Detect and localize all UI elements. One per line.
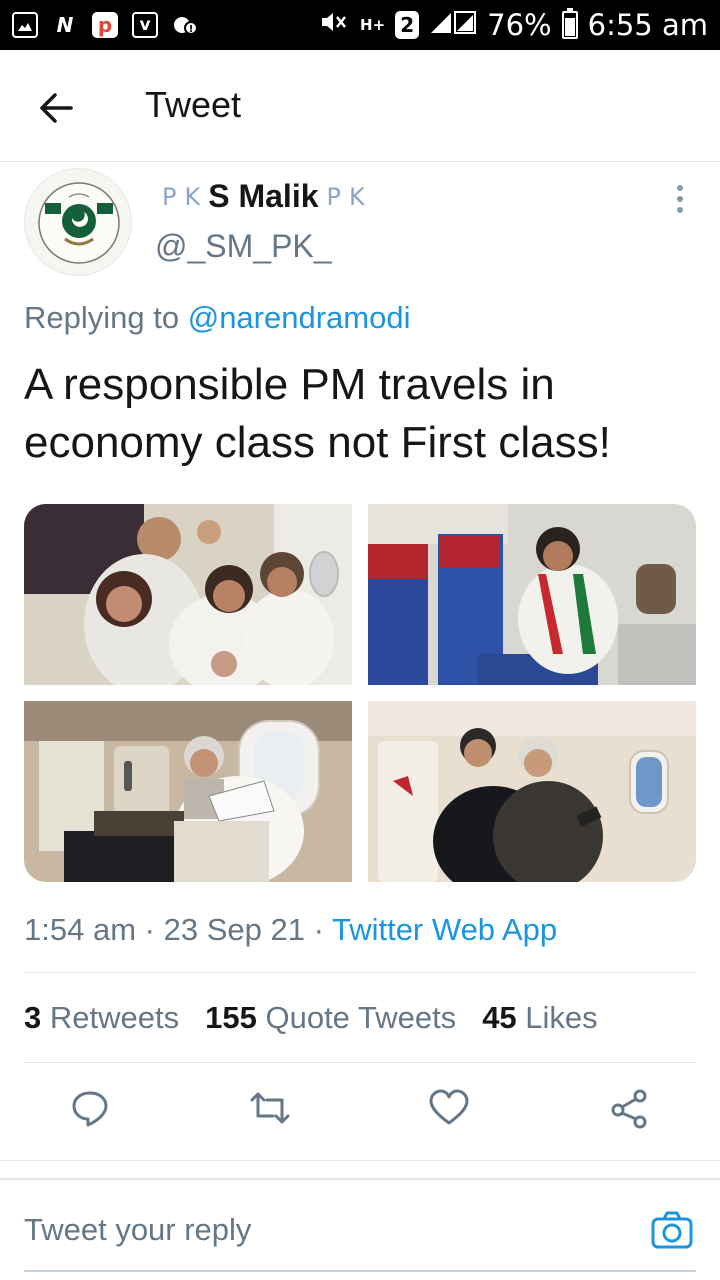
- reply-underline: [24, 1270, 696, 1272]
- likes-count: 45: [482, 1000, 517, 1035]
- network-type-label: H+: [360, 16, 386, 34]
- signal-icon: [429, 8, 477, 42]
- reply-input[interactable]: Tweet your reply: [24, 1212, 251, 1248]
- retweets-count: 3: [24, 1000, 42, 1035]
- warning-notification-icon: !: [172, 12, 198, 38]
- likes-label: Likes: [525, 1000, 598, 1035]
- gallery-notification-icon: [12, 12, 38, 38]
- name-decor-letter: P: [162, 182, 177, 211]
- camera-icon[interactable]: [650, 1210, 694, 1250]
- quotes-label: Quote Tweets: [265, 1000, 457, 1035]
- retweets-stat[interactable]: 3 Retweets: [24, 1000, 179, 1036]
- media-photo-3[interactable]: [24, 701, 352, 882]
- quotes-count: 155: [205, 1000, 257, 1035]
- replying-prefix: Replying to: [24, 300, 180, 335]
- vivo-notification-icon: v: [132, 12, 158, 38]
- retweet-icon[interactable]: [248, 1088, 290, 1132]
- divider: [24, 972, 696, 973]
- replying-to-line: Replying to @narendramodi: [24, 300, 410, 336]
- clock: 6:55 am: [587, 8, 708, 42]
- tweet-source-link[interactable]: Twitter Web App: [332, 912, 557, 947]
- share-icon[interactable]: [608, 1088, 648, 1132]
- svg-text:!: !: [189, 24, 194, 35]
- likes-stat[interactable]: 45 Likes: [482, 1000, 597, 1036]
- avatar[interactable]: [24, 168, 132, 276]
- app-header: Tweet: [0, 50, 720, 162]
- divider: [24, 1062, 696, 1063]
- quotes-stat[interactable]: 155 Quote Tweets: [205, 1000, 456, 1036]
- media-photo-2[interactable]: [368, 504, 696, 685]
- mute-icon: [316, 8, 350, 42]
- author-name-row[interactable]: P K S Malik P K: [162, 178, 365, 215]
- media-grid: [24, 504, 696, 882]
- tweet-date: 23 Sep 21: [163, 912, 305, 947]
- tweet-time: 1:54 am: [24, 912, 137, 947]
- name-decor-letter: P: [326, 182, 341, 211]
- name-decor-letter: K: [348, 182, 365, 211]
- author-handle[interactable]: @_SM_PK_: [155, 228, 332, 265]
- sim-2-badge: 2: [395, 11, 420, 39]
- retweets-label: Retweets: [49, 1000, 180, 1035]
- tweet-actions: [0, 1088, 720, 1136]
- section-divider: [0, 1160, 720, 1180]
- tweet-text: A responsible PM travels in economy clas…: [24, 360, 611, 467]
- reply-icon[interactable]: [70, 1088, 110, 1132]
- page-title: Tweet: [145, 84, 242, 125]
- replying-to-mention[interactable]: @narendramodi: [188, 300, 411, 335]
- name-decor-letter: K: [184, 182, 201, 211]
- status-bar: N p v ! H+ 2 76% 6:55 am: [0, 0, 720, 50]
- more-options-icon[interactable]: [668, 182, 692, 214]
- back-arrow-icon[interactable]: [36, 88, 76, 128]
- meta-separator: ·: [144, 912, 155, 947]
- battery-icon: [561, 8, 578, 39]
- tweet-meta: 1:54 am · 23 Sep 21 · Twitter Web App: [24, 912, 557, 948]
- media-photo-4[interactable]: [368, 701, 696, 882]
- meta-separator: ·: [313, 912, 324, 947]
- paytm-notification-icon: p: [92, 12, 118, 38]
- tweet-stats: 3 Retweets 155 Quote Tweets 45 Likes: [24, 1000, 598, 1036]
- netflix-notification-icon: N: [56, 13, 74, 37]
- author-display-name: S Malik: [208, 178, 319, 214]
- media-photo-1[interactable]: [24, 504, 352, 685]
- like-heart-icon[interactable]: [428, 1088, 469, 1132]
- battery-percent: 76%: [487, 8, 552, 42]
